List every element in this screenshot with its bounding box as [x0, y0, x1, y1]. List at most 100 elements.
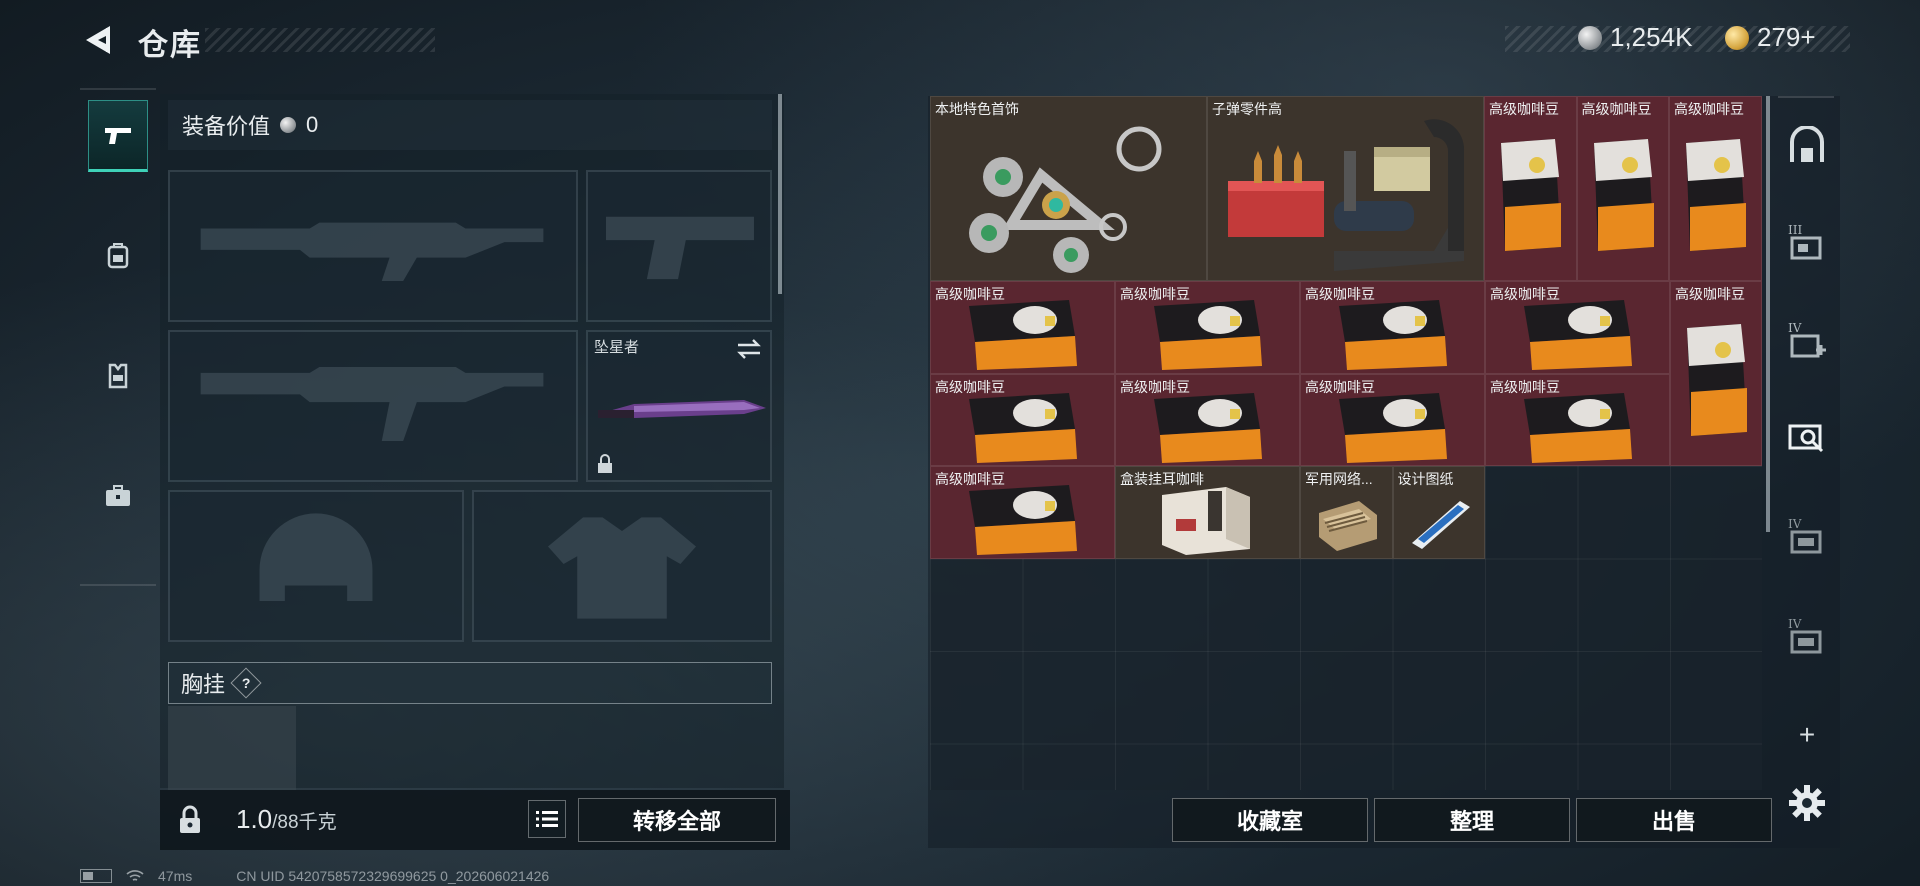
coffee-bag-icon	[1686, 139, 1746, 251]
add-storage-button[interactable]: +	[1784, 712, 1830, 758]
coffee-bag-icon	[1593, 139, 1654, 251]
sell-button[interactable]: 出售	[1576, 798, 1772, 842]
rifle-silhouette-icon	[200, 222, 544, 282]
back-arrow-icon	[86, 26, 110, 54]
melee-slot[interactable]: 坠星者	[586, 330, 772, 482]
item-label: 高级咖啡豆	[1674, 101, 1744, 117]
melee-name: 坠星者	[594, 339, 640, 356]
storage-tier-label: IV	[1788, 617, 1802, 631]
silver-amount: 1,254K	[1610, 22, 1693, 52]
equipment-value-row: 装备价值 0	[168, 100, 772, 150]
back-button[interactable]	[80, 22, 114, 58]
grid-item-coffee[interactable]: 高级咖啡豆	[1115, 373, 1300, 466]
equipment-value: 0	[306, 112, 319, 137]
battery-icon	[80, 869, 112, 883]
storage-iii-icon: III	[1788, 223, 1822, 260]
storage-scrollbar[interactable]	[1766, 96, 1770, 532]
equipment-scrollbar[interactable]	[778, 94, 782, 294]
currency-gold[interactable]: 279+	[1725, 22, 1816, 53]
grid-item-network[interactable]: 军用网络...	[1300, 466, 1393, 559]
coffee-bag-icon	[1501, 139, 1561, 251]
tab-safe-house[interactable]	[1784, 124, 1830, 170]
item-label: 高级咖啡豆	[1581, 101, 1652, 117]
organize-button[interactable]: 整理	[1374, 798, 1570, 842]
grid-item-jewelry[interactable]: 本地特色首饰	[930, 96, 1207, 281]
weight-max: /88千克	[272, 812, 337, 833]
storage-tier-label: III	[1788, 223, 1802, 237]
grid-item-coffee[interactable]: 高级咖啡豆	[1485, 373, 1670, 466]
list-icon	[536, 811, 558, 827]
secondary-weapon-slot[interactable]	[168, 330, 578, 482]
grid-item-ammo-parts[interactable]: 子弹零件高	[1207, 96, 1484, 281]
briefcase-icon	[106, 485, 130, 506]
grid-item-coffee[interactable]: 高级咖啡豆	[1485, 281, 1670, 374]
ammo-parts-icon	[1228, 119, 1465, 271]
lock-button[interactable]	[170, 800, 210, 840]
coffee-box-icon	[1339, 392, 1447, 463]
settings-icon	[1789, 785, 1825, 821]
grid-item-coffee[interactable]: 高级咖啡豆	[1484, 96, 1577, 281]
tab-storage-iii[interactable]: III	[1784, 220, 1830, 266]
tab-storage-iv-b[interactable]: IV	[1784, 614, 1830, 660]
sidearm-slot[interactable]	[586, 170, 772, 322]
grid-item-coffee[interactable]: 高级咖啡豆	[930, 466, 1115, 559]
storage-grid: 本地特色首饰 子弹零件高 高级咖啡豆 高级咖啡豆 高级咖啡豆 高级咖啡豆 高级咖…	[930, 96, 1762, 790]
list-view-button[interactable]	[528, 800, 566, 838]
weight-current: 1.0	[236, 804, 273, 834]
storage-tier-label: IV	[1788, 517, 1802, 531]
grid-item-coffee[interactable]: 高级咖啡豆	[930, 281, 1115, 374]
help-icon[interactable]: ?	[230, 667, 262, 699]
tab-storage-iv-add[interactable]: IV	[1784, 318, 1830, 364]
silver-coin-icon	[280, 117, 297, 133]
chest-rig-bar: 胸挂 ?	[168, 662, 772, 704]
chest-rig-slot[interactable]	[168, 706, 296, 790]
right-tabs-divider	[1778, 96, 1834, 98]
coffee-box-icon	[969, 300, 1077, 370]
grid-item-coffee[interactable]: 高级咖啡豆	[1300, 373, 1485, 466]
silver-coin-icon	[1578, 25, 1602, 50]
settings-button[interactable]	[1784, 780, 1830, 826]
collection-room-button[interactable]: 收藏室	[1172, 798, 1368, 842]
tab-backpack[interactable]	[88, 220, 148, 292]
helmet-slot[interactable]	[168, 490, 464, 642]
armor-slot[interactable]	[472, 490, 772, 642]
equipment-value-label: 装备价值	[182, 114, 271, 139]
lock-icon	[180, 805, 200, 833]
blueprint-icon	[1411, 501, 1470, 549]
grid-item-coffee[interactable]: 高级咖啡豆	[1670, 281, 1762, 466]
primary-weapon-slot[interactable]	[168, 170, 578, 322]
tab-storage-iv-a[interactable]: IV	[1784, 514, 1830, 560]
item-label: 高级咖啡豆	[1675, 286, 1745, 302]
coffee-box-icon	[969, 485, 1077, 555]
grid-item-coffee[interactable]: 高级咖啡豆	[1576, 96, 1669, 281]
coffee-box-icon	[1154, 300, 1262, 370]
grid-item-coffee[interactable]: 高级咖啡豆	[1669, 96, 1762, 281]
coffee-box-icon	[969, 392, 1077, 463]
grid-item-drip-coffee[interactable]: 盒装挂耳咖啡	[1115, 466, 1300, 559]
storage-tier-label: IV	[1788, 321, 1802, 335]
gold-amount: 279+	[1757, 22, 1816, 52]
storage-iv-add-icon: IV	[1788, 321, 1826, 358]
tab-vest[interactable]	[88, 340, 148, 412]
network-module-icon	[1319, 501, 1377, 551]
item-label: 设计图纸	[1397, 471, 1454, 487]
weight-display: 1.0/88千克	[236, 804, 337, 835]
storage-search-icon	[1788, 424, 1824, 453]
grid-item-coffee[interactable]: 高级咖啡豆	[1300, 281, 1485, 374]
coffee-bag-icon	[1687, 324, 1747, 436]
grid-item-coffee[interactable]: 高级咖啡豆	[1115, 281, 1300, 374]
currency-silver[interactable]: 1,254K	[1578, 22, 1692, 53]
coffee-box-icon	[1524, 392, 1632, 463]
left-tab-bar	[80, 88, 156, 586]
tab-case[interactable]	[88, 460, 148, 532]
tab-weapons[interactable]	[88, 100, 148, 172]
grid-item-blueprint[interactable]: 设计图纸	[1392, 466, 1485, 559]
jewelry-icon	[969, 126, 1162, 273]
storage-iv-icon: IV	[1788, 517, 1822, 554]
grid-item-coffee[interactable]: 高级咖啡豆	[930, 373, 1115, 466]
coffee-box-icon	[1524, 300, 1632, 370]
swap-icon[interactable]	[736, 338, 762, 360]
transfer-all-button[interactable]: 转移全部	[578, 798, 776, 842]
backpack-icon	[107, 243, 129, 269]
tab-storage-search[interactable]	[1784, 414, 1830, 460]
